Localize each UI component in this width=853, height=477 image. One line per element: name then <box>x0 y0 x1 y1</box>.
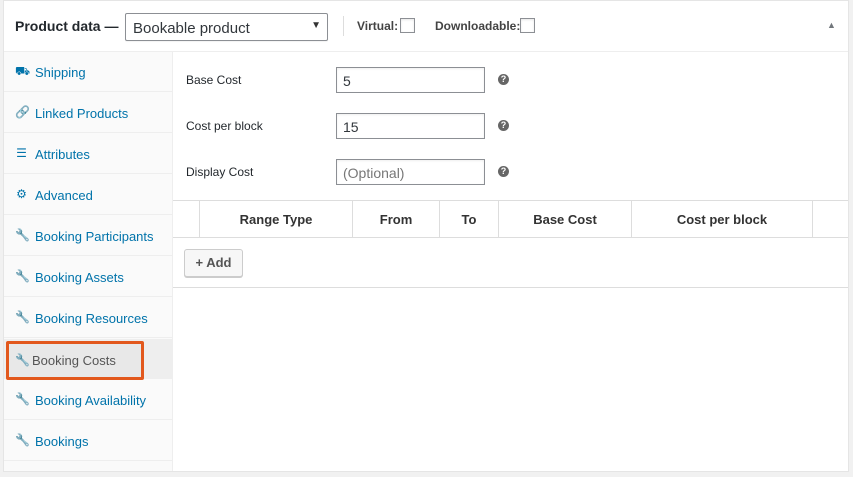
display-cost-placeholder: (Optional) <box>343 165 405 181</box>
tab-advanced[interactable]: ⚙ Advanced <box>4 175 172 215</box>
cost-per-block-label: Cost per block <box>186 119 263 133</box>
truck-icon: ⛟ <box>15 64 31 78</box>
column-header-base-cost: Base Cost <box>499 201 632 238</box>
gear-icon: ⚙ <box>16 187 27 201</box>
sort-column-header <box>173 201 200 238</box>
wrench-icon: 🔧 <box>15 353 30 367</box>
tab-label: Linked Products <box>35 106 129 121</box>
downloadable-label: Downloadable: <box>435 19 521 33</box>
chevron-down-icon: ▼ <box>311 20 321 31</box>
panel-title: Product data — <box>15 18 119 34</box>
tab-booking-participants[interactable]: 🔧 Booking Participants <box>4 216 172 256</box>
cost-per-block-input[interactable]: 15 <box>336 113 485 139</box>
downloadable-checkbox[interactable] <box>520 18 535 33</box>
tab-booking-availability[interactable]: 🔧 Booking Availability <box>4 380 172 420</box>
product-type-value: Bookable product <box>133 20 250 37</box>
display-cost-label: Display Cost <box>186 165 254 179</box>
wrench-icon: 🔧 <box>15 310 30 324</box>
product-type-select[interactable]: Bookable product ▼ <box>125 13 328 41</box>
base-cost-input[interactable]: 5 <box>336 67 485 93</box>
column-header-to: To <box>440 201 499 238</box>
tab-label: Booking Assets <box>35 270 124 285</box>
help-icon[interactable]: ? <box>498 74 509 85</box>
tab-label: Advanced <box>35 188 93 203</box>
table-footer-divider <box>173 287 848 288</box>
base-cost-label: Base Cost <box>186 73 242 87</box>
header-divider <box>343 16 344 36</box>
tab-label: Shipping <box>35 65 86 80</box>
link-icon: 🔗 <box>15 105 30 119</box>
product-data-header: Product data — Bookable product ▼ Virtua… <box>4 1 848 52</box>
column-header-range-type: Range Type <box>200 201 353 238</box>
tab-shipping[interactable]: ⛟ Shipping <box>4 52 172 92</box>
cost-ranges-table: Range Type From To Base Cost Cost per bl… <box>173 200 848 238</box>
wrench-icon: 🔧 <box>15 392 30 406</box>
wrench-icon: 🔧 <box>15 228 30 242</box>
column-header-cost-per-block: Cost per block <box>632 201 813 238</box>
add-range-button[interactable]: + Add <box>184 249 243 277</box>
help-icon[interactable]: ? <box>498 166 509 177</box>
help-icon[interactable]: ? <box>498 120 509 131</box>
tab-label: Booking Costs <box>32 353 116 368</box>
tab-booking-assets[interactable]: 🔧 Booking Assets <box>4 257 172 297</box>
virtual-checkbox[interactable] <box>400 18 415 33</box>
booking-costs-highlight[interactable]: 🔧 Booking Costs <box>6 341 144 380</box>
column-header-from: From <box>353 201 440 238</box>
virtual-label: Virtual: <box>357 19 399 33</box>
base-cost-value: 5 <box>343 73 351 89</box>
triangle-up-icon[interactable]: ▲ <box>827 20 836 30</box>
wrench-icon: 🔧 <box>15 433 30 447</box>
tab-label: Bookings <box>35 434 89 449</box>
cost-per-block-value: 15 <box>343 119 359 135</box>
display-cost-input[interactable]: (Optional) <box>336 159 485 185</box>
tab-label: Booking Resources <box>35 311 148 326</box>
wrench-icon: 🔧 <box>15 269 30 283</box>
tab-booking-resources[interactable]: 🔧 Booking Resources <box>4 298 172 338</box>
tab-label: Booking Availability <box>35 393 147 408</box>
tab-bookings[interactable]: 🔧 Bookings <box>4 421 172 461</box>
product-data-tabs: ⛟ Shipping 🔗 Linked Products ☰ Attribute… <box>4 52 173 471</box>
tab-linked-products[interactable]: 🔗 Linked Products <box>4 93 172 133</box>
tab-label: Attributes <box>35 147 90 162</box>
list-icon: ☰ <box>16 146 27 160</box>
product-data-panel: Product data — Bookable product ▼ Virtua… <box>3 0 849 472</box>
tab-label: Booking Participants <box>35 229 154 244</box>
tab-attributes[interactable]: ☰ Attributes <box>4 134 172 174</box>
